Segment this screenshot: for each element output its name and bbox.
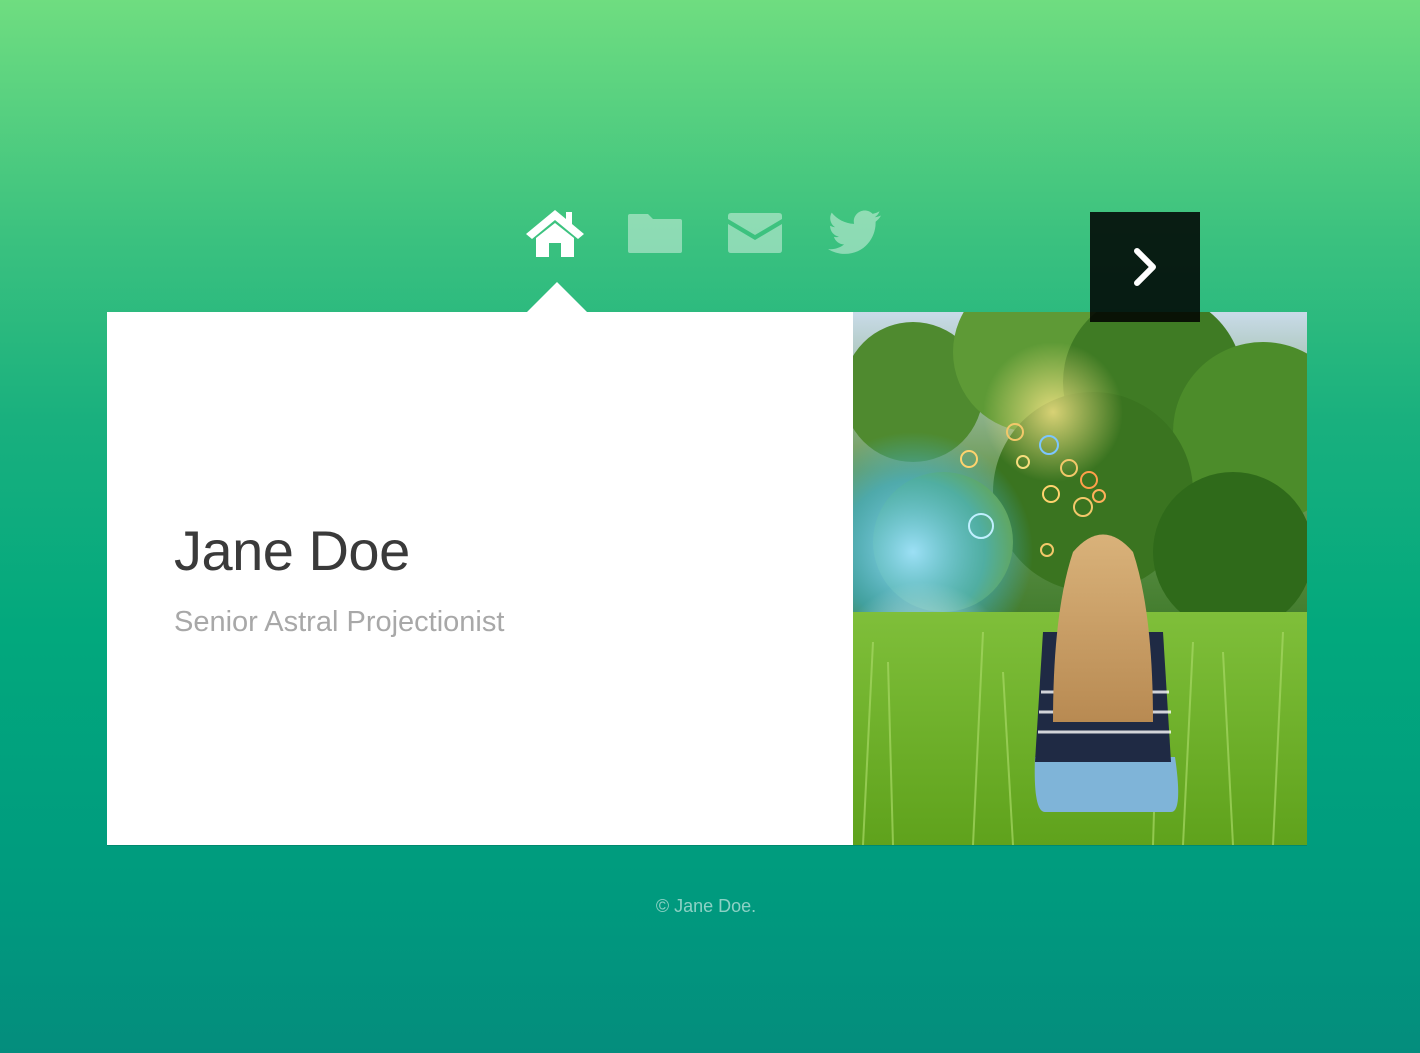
envelope-icon <box>728 213 782 253</box>
active-tab-pointer <box>526 282 588 313</box>
profile-name: Jane Doe <box>174 519 410 582</box>
twitter-icon <box>828 210 881 254</box>
nav-folder[interactable] <box>620 203 690 263</box>
nav-mail[interactable] <box>720 203 790 263</box>
profile-photo <box>853 312 1307 845</box>
home-icon <box>526 210 584 257</box>
intro-text-section: Jane Doe Senior Astral Projectionist <box>107 312 853 845</box>
nav-twitter[interactable] <box>820 203 890 263</box>
nav-home[interactable] <box>520 203 590 263</box>
chevron-right-icon <box>1134 248 1156 286</box>
folder-icon <box>628 214 682 253</box>
photo-girl-in-meadow <box>853 312 1307 845</box>
profile-role: Senior Astral Projectionist <box>174 606 505 638</box>
copyright-text: © Jane Doe. <box>655 896 757 916</box>
main-nav <box>520 203 900 263</box>
footer: © Jane Doe. <box>0 896 1412 917</box>
intro-panel: Jane Doe Senior Astral Projectionist <box>107 312 1307 845</box>
next-slide-button[interactable] <box>1090 212 1200 322</box>
